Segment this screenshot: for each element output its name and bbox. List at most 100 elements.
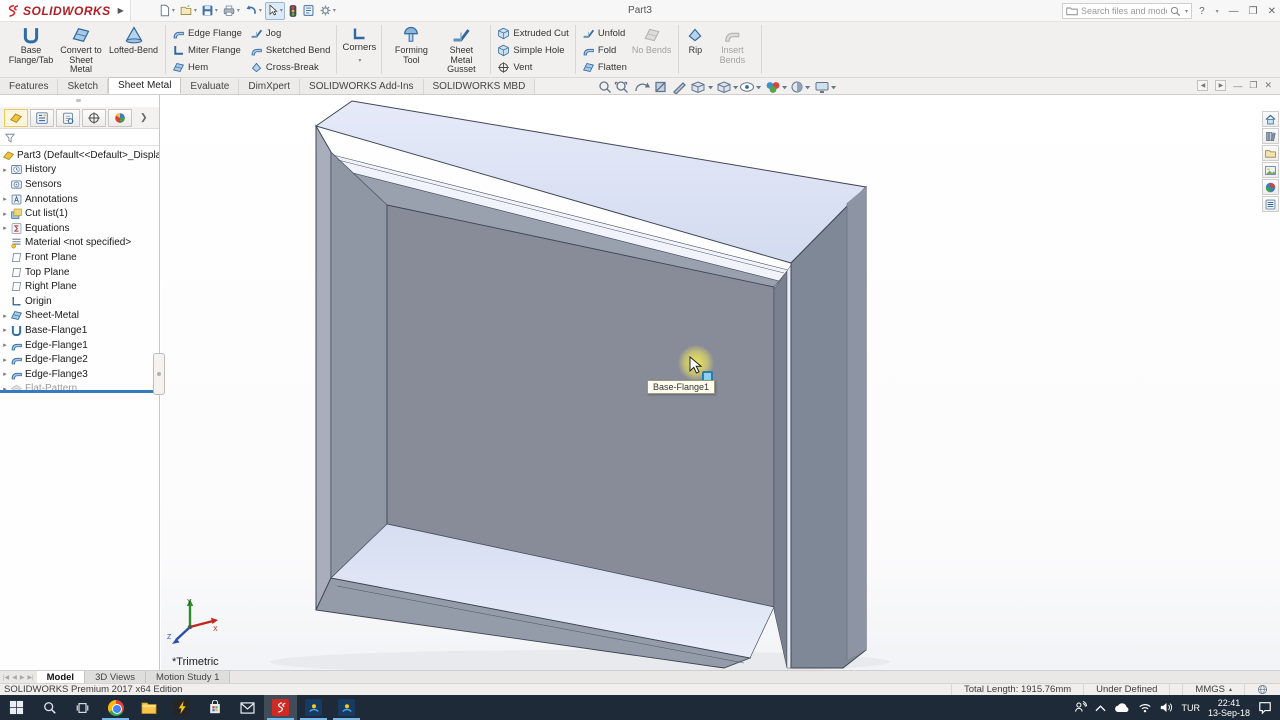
tree-item-front-plane[interactable]: Front Plane bbox=[0, 250, 159, 265]
language-indicator[interactable]: TUR bbox=[1181, 703, 1200, 713]
expand-arrow-icon[interactable]: ▸ bbox=[0, 326, 10, 334]
solidworks-taskbar-icon[interactable] bbox=[264, 695, 297, 720]
rip-button[interactable]: Rip bbox=[683, 22, 707, 77]
next-tab-button[interactable]: ▶ bbox=[20, 674, 25, 681]
extruded-cut-button[interactable]: Extruded Cut bbox=[495, 26, 570, 41]
expand-arrow-icon[interactable]: ▸ bbox=[0, 312, 10, 320]
last-tab-button[interactable]: ▶| bbox=[27, 674, 33, 681]
start-button[interactable] bbox=[0, 695, 33, 720]
heads-up-view-toolbar[interactable] bbox=[598, 80, 838, 94]
sheet-metal-model[interactable] bbox=[161, 95, 1280, 670]
help-dropdown-icon[interactable]: ▾ bbox=[1216, 8, 1219, 15]
tree-item-sensors[interactable]: Sensors bbox=[0, 177, 159, 192]
logo-flyout-icon[interactable]: ▶ bbox=[118, 6, 124, 15]
view-palette-icon[interactable] bbox=[1262, 162, 1279, 178]
onedrive-icon[interactable] bbox=[1114, 702, 1130, 713]
options-button[interactable]: ▾ bbox=[318, 2, 337, 20]
tab-property-manager-icon[interactable] bbox=[56, 109, 80, 127]
volume-icon[interactable] bbox=[1160, 702, 1173, 713]
new-document-button[interactable]: ▾ bbox=[157, 2, 176, 20]
search-box[interactable]: Search files and models ▾ bbox=[1062, 3, 1192, 19]
display-report-button[interactable] bbox=[301, 2, 316, 20]
minimize-button[interactable]: — bbox=[1229, 6, 1239, 17]
tree-item-sheet-metal[interactable]: ▸Sheet-Metal bbox=[0, 309, 159, 324]
sketched-bend-button[interactable]: Sketched Bend bbox=[248, 43, 332, 58]
tab-part-icon[interactable] bbox=[4, 109, 28, 127]
tab-design-tree-icon[interactable] bbox=[30, 109, 54, 127]
flatten-button[interactable]: Flatten bbox=[580, 60, 629, 75]
tree-item-equations[interactable]: ▸Equations bbox=[0, 221, 159, 236]
base-flange-button[interactable]: Base Flange/Tab bbox=[6, 22, 56, 77]
forming-tool-button[interactable]: Forming Tool bbox=[386, 22, 436, 77]
tree-item-base-flange1[interactable]: ▸Base-Flange1 bbox=[0, 323, 159, 338]
tree-item-history[interactable]: ▸History bbox=[0, 163, 159, 178]
lofted-bend-button[interactable]: Lofted-Bend bbox=[106, 22, 161, 77]
panel-splitter-handle[interactable] bbox=[153, 353, 165, 395]
doc-minimize-button[interactable]: — bbox=[1233, 81, 1242, 91]
expand-arrow-icon[interactable]: ▸ bbox=[0, 166, 10, 174]
convert-to-sheet-metal-button[interactable]: Convert to Sheet Metal bbox=[56, 22, 106, 77]
tree-item-flat-pattern[interactable]: ▸Flat-Pattern bbox=[0, 382, 159, 397]
prev-tab-button[interactable]: ◀ bbox=[12, 674, 17, 681]
solidworks-resources-icon[interactable] bbox=[1262, 111, 1279, 127]
units-selector[interactable]: MMGS▴ bbox=[1182, 684, 1244, 695]
media-app-2-icon[interactable] bbox=[330, 695, 363, 720]
chrome-icon[interactable] bbox=[99, 695, 132, 720]
custom-properties-icon[interactable] bbox=[1262, 196, 1279, 212]
first-tab-button[interactable]: |◀ bbox=[3, 674, 9, 681]
open-button[interactable]: ▾ bbox=[178, 2, 198, 20]
tree-item-edge-flange2[interactable]: ▸Edge-Flange2 bbox=[0, 352, 159, 367]
expand-arrow-icon[interactable]: ▸ bbox=[0, 224, 10, 232]
miter-flange-button[interactable]: Miter Flange bbox=[170, 43, 244, 58]
media-app-1-icon[interactable] bbox=[297, 695, 330, 720]
tab-configuration-manager-icon[interactable] bbox=[82, 109, 106, 127]
print-button[interactable]: ▾ bbox=[221, 2, 241, 20]
corners-dropdown-icon[interactable]: ▾ bbox=[358, 57, 361, 64]
tree-item-annotations[interactable]: ▸Annotations bbox=[0, 192, 159, 207]
action-center-icon[interactable] bbox=[1258, 701, 1272, 714]
tree-item-edge-flange3[interactable]: ▸Edge-Flange3 bbox=[0, 367, 159, 382]
unfold-button[interactable]: Unfold bbox=[580, 26, 629, 41]
save-button[interactable]: ▾ bbox=[200, 2, 219, 20]
doc-close-button[interactable]: ✕ bbox=[1264, 80, 1272, 91]
appearances-icon[interactable] bbox=[1262, 179, 1279, 195]
status-globe-icon[interactable] bbox=[1244, 684, 1280, 695]
tab-solidworks-add-ins[interactable]: SOLIDWORKS Add-Ins bbox=[300, 79, 423, 94]
tree-item-edge-flange1[interactable]: ▸Edge-Flange1 bbox=[0, 338, 159, 353]
jog-button[interactable]: Jog bbox=[248, 26, 332, 41]
hem-button[interactable]: Hem bbox=[170, 60, 244, 75]
taskbar-search-button[interactable] bbox=[33, 695, 66, 720]
performance-evaluation-button[interactable] bbox=[287, 2, 299, 20]
cross-break-button[interactable]: Cross-Break bbox=[248, 60, 332, 75]
expand-arrow-icon[interactable]: ▸ bbox=[0, 341, 10, 349]
recorder-app-icon[interactable] bbox=[165, 695, 198, 720]
search-icon[interactable] bbox=[1170, 6, 1181, 17]
select-button[interactable]: ▾ bbox=[265, 2, 285, 20]
design-library-icon[interactable] bbox=[1262, 128, 1279, 144]
fold-button[interactable]: Fold bbox=[580, 43, 629, 58]
close-button[interactable]: ✕ bbox=[1268, 6, 1276, 17]
tab-sheet-metal[interactable]: Sheet Metal bbox=[108, 77, 181, 94]
tab-features[interactable]: Features bbox=[0, 79, 58, 94]
mail-app-button[interactable] bbox=[231, 695, 264, 720]
tree-item-origin[interactable]: Origin bbox=[0, 294, 159, 309]
restore-button[interactable]: ❐ bbox=[1249, 6, 1258, 17]
expand-arrow-icon[interactable]: ▸ bbox=[0, 210, 10, 218]
task-view-button[interactable] bbox=[66, 695, 99, 720]
search-dropdown-icon[interactable]: ▾ bbox=[1185, 8, 1188, 15]
help-button[interactable]: ? bbox=[1199, 6, 1205, 17]
people-icon[interactable] bbox=[1074, 701, 1087, 714]
tab-3d-views[interactable]: 3D Views bbox=[85, 671, 146, 683]
corners-button[interactable]: Corners ▾ bbox=[341, 22, 377, 77]
doc-restore-button[interactable]: ❐ bbox=[1249, 80, 1257, 91]
tab-solidworks-mbd[interactable]: SOLIDWORKS MBD bbox=[424, 79, 536, 94]
tree-item-material[interactable]: Material <not specified> bbox=[0, 236, 159, 251]
tab-dimxpert[interactable]: DimXpert bbox=[239, 79, 300, 94]
file-explorer-button[interactable] bbox=[132, 695, 165, 720]
expand-arrow-icon[interactable]: ▸ bbox=[0, 195, 10, 203]
hidden-icons-chevron[interactable] bbox=[1095, 704, 1106, 712]
file-explorer-icon[interactable] bbox=[1262, 145, 1279, 161]
microsoft-store-button[interactable] bbox=[198, 695, 231, 720]
tree-item-cut-list[interactable]: ▸Cut list(1) bbox=[0, 206, 159, 221]
expand-arrow-icon[interactable]: ▸ bbox=[0, 356, 10, 364]
